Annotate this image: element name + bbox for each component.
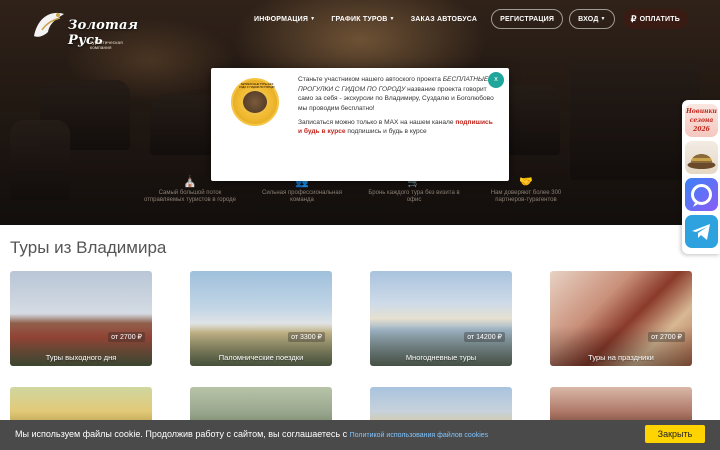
- popup-message: Станьте участником нашего автоского прое…: [298, 76, 494, 136]
- ruble-icon: ₽: [630, 13, 637, 24]
- caret-down-icon: ▼: [600, 16, 606, 22]
- cookie-close-button[interactable]: Закрыть: [645, 425, 705, 443]
- card-title: Туры выходного дня: [45, 353, 117, 362]
- pay-button[interactable]: ₽ Оплатить: [622, 9, 688, 29]
- card-price: от 2700 ₽: [648, 332, 685, 342]
- nav-item-info[interactable]: Информация ▼: [246, 9, 323, 29]
- brand-tagline: туристическая компания: [90, 40, 123, 50]
- close-button[interactable]: x: [488, 72, 504, 88]
- telegram-icon: [692, 224, 710, 240]
- max-messenger-icon: [691, 184, 712, 207]
- section-title: Туры из Владимира: [10, 238, 167, 257]
- features-strip: ⛪ Самый большой поток отправляемых турис…: [140, 176, 580, 216]
- nav-item-bus-order[interactable]: Заказ автобуса: [403, 9, 485, 29]
- cookie-message: Мы используем файлы cookie. Продолжив ра…: [15, 429, 489, 439]
- logo-emblem-icon: [34, 12, 64, 37]
- card-price: от 3300 ₽: [288, 332, 325, 342]
- promo-badge: АВТОБУСНЫЕ ТУРЫ БЕЗ ГИДА С ГИДОМ ПО ГОРО…: [231, 78, 279, 126]
- card-title: Многодневные туры: [405, 353, 477, 362]
- tour-card[interactable]: от 2700 ₽ Туры на праздники: [550, 271, 692, 366]
- tour-card[interactable]: от 14200 ₽ Многодневные туры: [370, 271, 512, 366]
- caret-down-icon: ▼: [310, 16, 316, 22]
- max-messenger-button[interactable]: [685, 178, 718, 211]
- nav-item-schedule[interactable]: График туров ▼: [323, 9, 402, 29]
- card-price: от 14200 ₽: [464, 332, 505, 342]
- hat-icon: [687, 154, 716, 169]
- hat-promo-button[interactable]: [685, 141, 718, 174]
- card-price: от 2700 ₽: [108, 332, 145, 342]
- brand-logo[interactable]: Золотая Русь туристическая компания: [28, 6, 138, 50]
- card-title: Паломнические поездки: [218, 353, 304, 362]
- cookie-policy-link[interactable]: Политикой использования файлов cookies: [350, 432, 489, 439]
- cookie-bar: Мы используем файлы cookie. Продолжив ра…: [0, 420, 720, 450]
- season-new-button[interactable]: Новинки сезона 2026: [685, 104, 718, 137]
- side-widgets: Новинки сезона 2026: [682, 100, 720, 254]
- badge-photo: [243, 91, 267, 113]
- tour-card[interactable]: от 2700 ₽ Туры выходного дня: [10, 271, 152, 366]
- login-button[interactable]: Вход ▼: [569, 9, 615, 29]
- register-button[interactable]: Регистрация: [491, 9, 564, 29]
- main-nav: Информация ▼ График туров ▼ Заказ автобуса…: [246, 8, 688, 30]
- card-title: Туры на праздники: [588, 353, 654, 362]
- telegram-button[interactable]: [685, 215, 718, 248]
- promo-popup: АВТОБУСНЫЕ ТУРЫ БЕЗ ГИДА С ГИДОМ ПО ГОРО…: [211, 68, 509, 181]
- caret-down-icon: ▼: [389, 16, 395, 22]
- tour-card[interactable]: от 3300 ₽ Паломнические поездки: [190, 271, 332, 366]
